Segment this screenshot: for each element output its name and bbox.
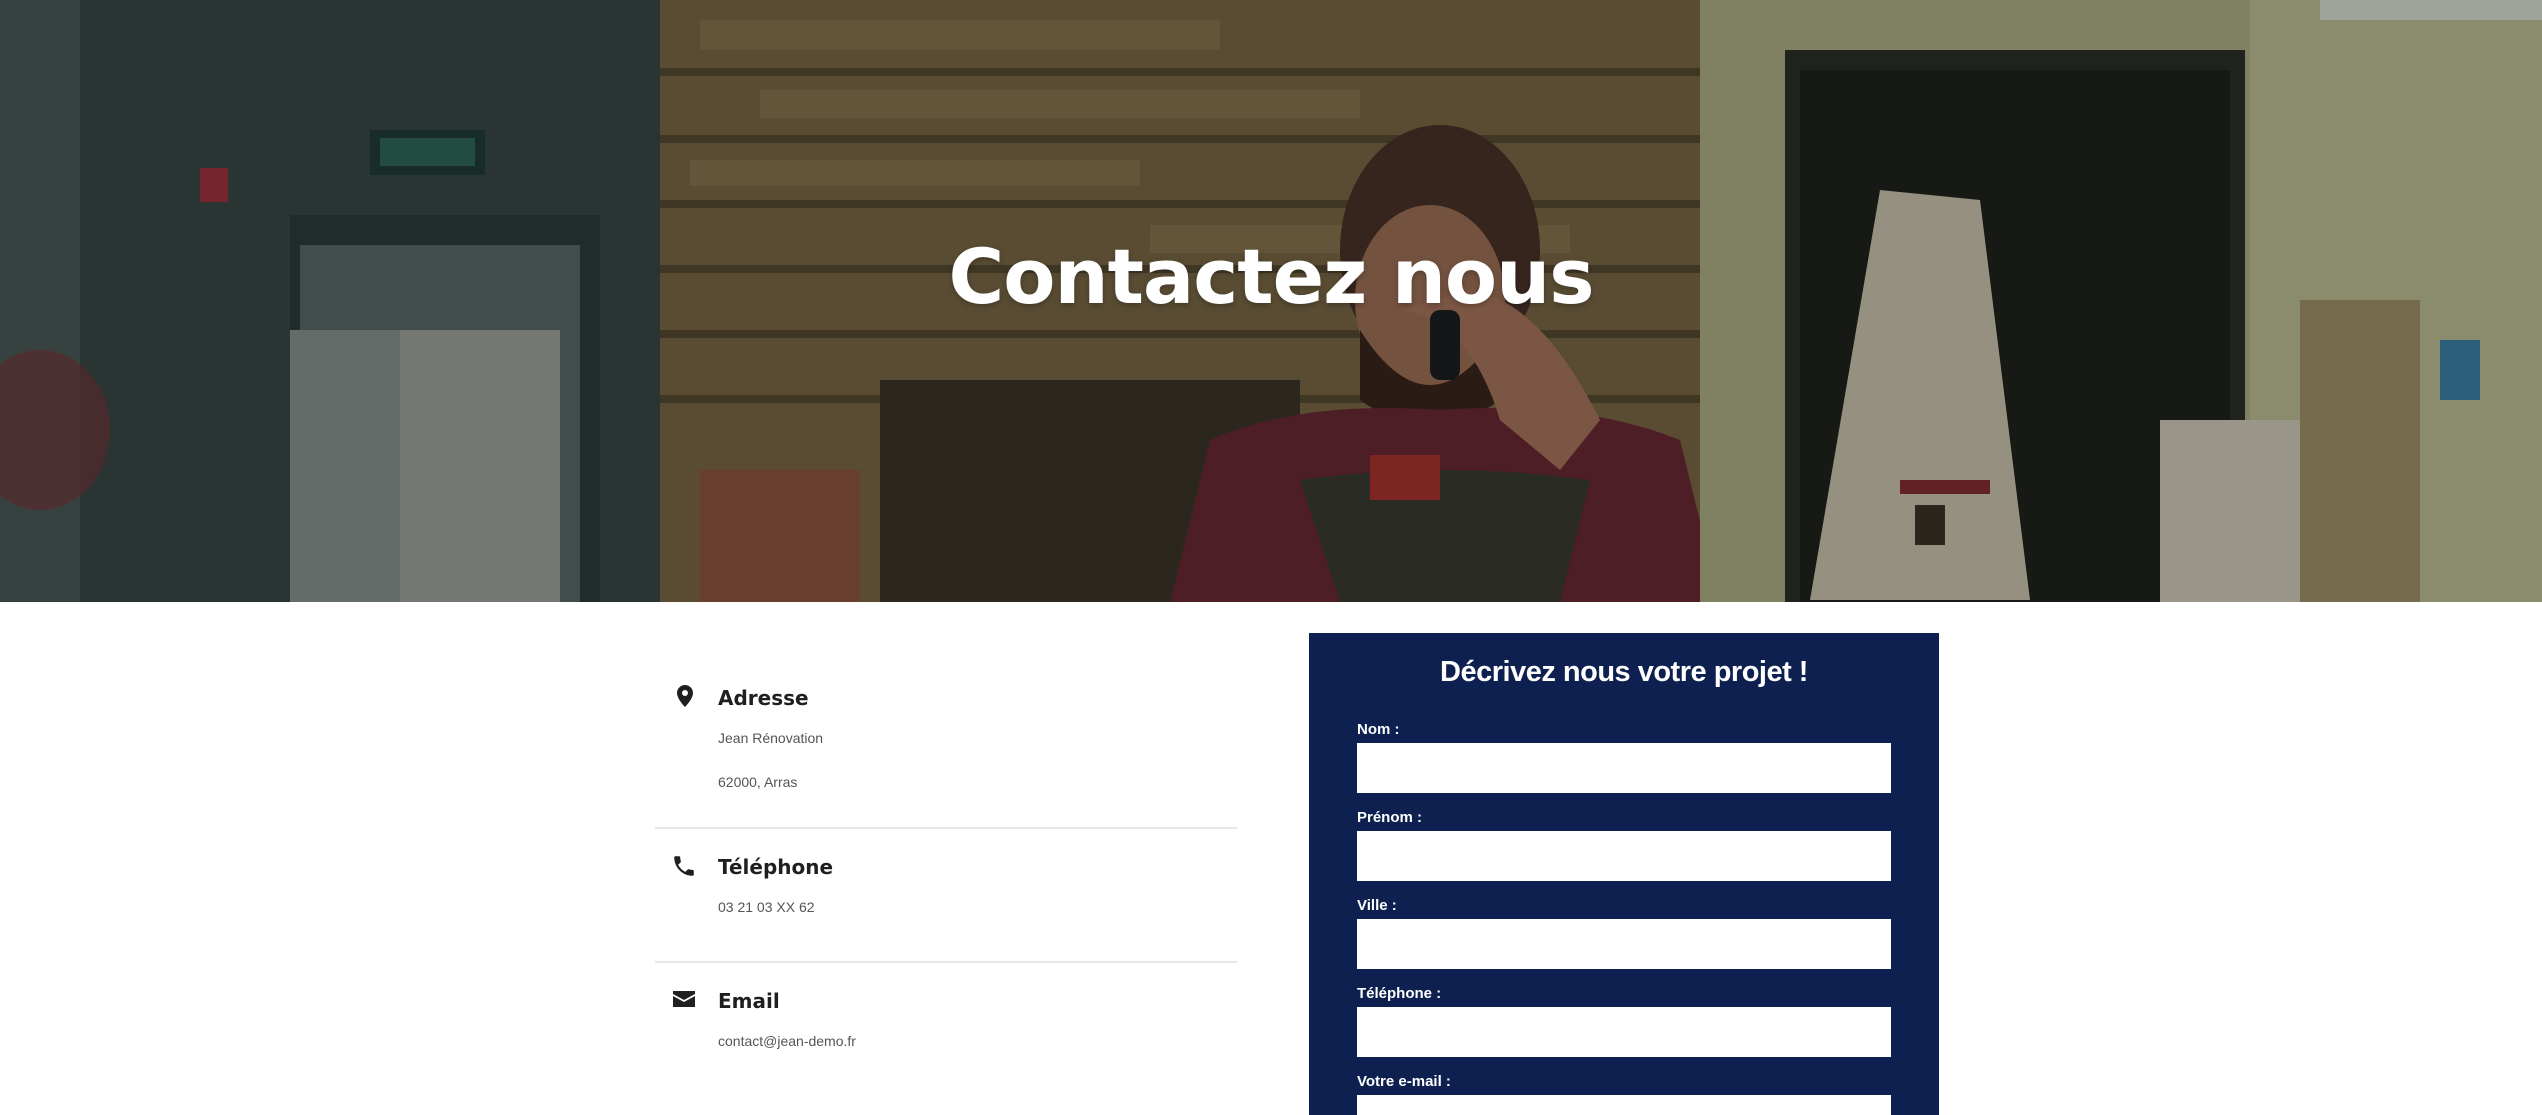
prenom-input[interactable] (1357, 831, 1891, 881)
address-line-2: 62000, Arras (718, 774, 798, 790)
form-title: Décrivez nous votre projet ! (1440, 656, 1808, 688)
page-title: Contactez nous (948, 232, 1595, 321)
phone-icon (674, 856, 694, 876)
project-form: Décrivez nous votre projet ! Nom : Préno… (1309, 633, 1939, 1115)
ville-input[interactable] (1357, 919, 1891, 969)
telephone-label: Téléphone : (1357, 985, 1442, 1002)
nom-label: Nom : (1357, 721, 1400, 738)
ville-label: Ville : (1357, 897, 1397, 914)
phone-block: Téléphone 03 21 03 XX 62 (655, 829, 1237, 961)
phone-number[interactable]: 03 21 03 XX 62 (718, 899, 815, 915)
address-title: Adresse (718, 686, 809, 710)
hero-banner: Contactez nous (0, 0, 2542, 602)
contact-info: Adresse Jean Rénovation 62000, Arras Tél… (655, 660, 1237, 1103)
address-block: Adresse Jean Rénovation 62000, Arras (655, 660, 1237, 827)
email-input[interactable] (1357, 1095, 1891, 1115)
email-label: Votre e-mail : (1357, 1073, 1451, 1090)
email-address[interactable]: contact@jean-demo.fr (718, 1033, 856, 1049)
email-block: Email contact@jean-demo.fr (655, 963, 1237, 1103)
envelope-icon (673, 991, 695, 1007)
prenom-label: Prénom : (1357, 809, 1423, 826)
address-line-1: Jean Rénovation (718, 730, 824, 746)
email-title: Email (718, 989, 780, 1013)
phone-title: Téléphone (718, 855, 834, 879)
nom-input[interactable] (1357, 743, 1891, 793)
map-pin-icon (677, 685, 693, 707)
telephone-input[interactable] (1357, 1007, 1891, 1057)
